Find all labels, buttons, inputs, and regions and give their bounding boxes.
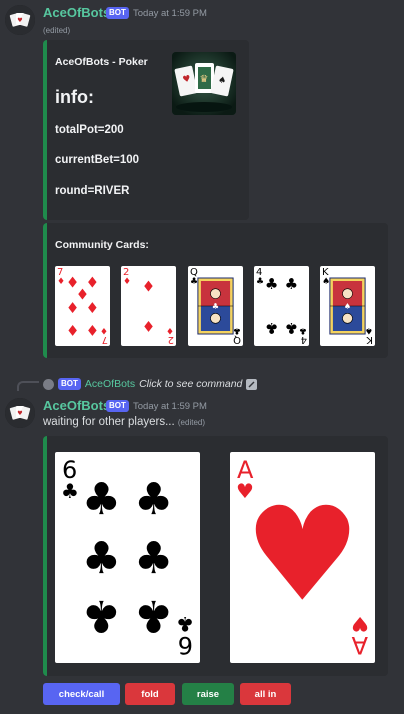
card-suit-icon: ♣ <box>233 325 241 335</box>
message-text: waiting for other players... (edited) <box>43 416 205 428</box>
playing-card-A-hearts: A ♥ A ♥ ♥ <box>230 452 375 663</box>
card-suit-icon: ♣ <box>61 479 79 503</box>
card-suit-icon: ♠ <box>365 325 373 335</box>
embed-title: AceOfBots - Poker <box>55 56 148 68</box>
pip-suit-icon: ♣ <box>134 590 173 641</box>
playing-card-2-diamonds: 2 ♦ 2 ♦ ♦ ♦ <box>121 266 176 346</box>
card-suit-icon: ♣ <box>256 277 264 287</box>
pip-suit-icon: ♣ <box>82 474 121 525</box>
pip-suit-icon: ♦ <box>86 299 99 317</box>
author-name-2[interactable]: AceOfBots <box>43 398 110 413</box>
total-pot-field: totalPot=200 <box>55 124 124 136</box>
pip-suit-icon: ♦ <box>66 299 79 317</box>
playing-card-4-clubs: 4 ♣ 4 ♣ ♣ ♣ ♣ ♣ <box>254 266 309 346</box>
pip-suit-icon: ♣ <box>285 319 298 337</box>
current-bet-field: currentBet=100 <box>55 154 140 166</box>
round-field: round=RIVER <box>55 185 130 197</box>
author-name[interactable]: AceOfBots <box>43 5 110 20</box>
poker-cards-thumbnail[interactable]: ♥ ♛ ♠ <box>172 52 236 115</box>
pip-suit-icon: ♣ <box>134 474 173 525</box>
card-suit-icon: ♣ <box>190 277 198 287</box>
svg-text:♥: ♥ <box>17 410 22 417</box>
edited-label-2: (edited) <box>177 418 205 427</box>
reply-connector <box>17 381 39 391</box>
center-suit-icon: ♥ <box>244 479 361 631</box>
pip-suit-icon: ♣ <box>134 533 173 584</box>
reply-command-text[interactable]: Click to see command <box>139 378 242 390</box>
card-suit-icon: ♣ <box>299 325 307 335</box>
playing-card-K-spades: K ♠ K ♠ ♠ <box>320 266 375 346</box>
pip-suit-icon: ♦ <box>66 321 79 339</box>
card-suit-icon: ♠ <box>322 277 330 287</box>
pip-suit-icon: ♦ <box>86 321 99 339</box>
bot-avatar[interactable]: ♥ <box>5 5 35 35</box>
pip-suit-icon: ♣ <box>265 275 278 293</box>
message-timestamp-2: Today at 1:59 PM <box>133 401 207 412</box>
reply-bot-badge: BOT <box>58 378 81 390</box>
pip-suit-icon: ♣ <box>82 590 121 641</box>
reply-avatar <box>43 378 54 390</box>
bot-avatar-2[interactable]: ♥ <box>5 398 35 428</box>
card-suit-icon: ♣ <box>176 612 194 636</box>
fold-button[interactable]: fold <box>125 683 175 705</box>
playing-card-Q-clubs: Q ♣ Q ♣ ♣ <box>188 266 243 346</box>
card-suit-icon: ♦ <box>166 325 174 335</box>
pip-suit-icon: ♦ <box>142 277 155 295</box>
reply-reference[interactable]: BOT AceOfBots Click to see command <box>43 378 258 390</box>
command-icon[interactable] <box>246 378 258 390</box>
card-suit-icon: ♦ <box>57 277 65 287</box>
pip-suit-icon: ♣ <box>82 533 121 584</box>
playing-card-6-clubs: 6 ♣ 6 ♣ ♣ ♣ ♣ ♣ ♣ ♣ <box>55 452 200 663</box>
avatar-cards-icon: ♥ <box>5 5 35 35</box>
edited-label: (edited) <box>43 26 71 35</box>
avatar-cards-icon: ♥ <box>5 398 35 428</box>
poker-thumbnail-icon: ♥ ♛ ♠ <box>172 52 236 115</box>
face-suit-icon: ♠ <box>344 302 351 311</box>
community-cards-title: Community Cards: <box>55 239 149 251</box>
card-suit-icon: ♦ <box>100 325 108 335</box>
pip-suit-icon: ♣ <box>285 275 298 293</box>
svg-text:♛: ♛ <box>200 74 209 85</box>
info-heading: info: <box>55 87 94 107</box>
face-suit-icon: ♣ <box>212 302 219 311</box>
message-timestamp: Today at 1:59 PM <box>133 8 207 19</box>
raise-button[interactable]: raise <box>182 683 234 705</box>
check-call-button[interactable]: check/call <box>43 683 120 705</box>
playing-card-7-diamonds: 7 ♦ 7 ♦ ♦ ♦ ♦ ♦ ♦ ♦ ♦ <box>55 266 110 346</box>
bot-badge-2: BOT <box>106 400 129 412</box>
svg-text:♥: ♥ <box>17 17 22 24</box>
pip-suit-icon: ♦ <box>142 317 155 335</box>
bot-badge: BOT <box>106 7 129 19</box>
all-in-button[interactable]: all in <box>240 683 291 705</box>
card-suit-icon: ♦ <box>123 277 131 287</box>
pip-suit-icon: ♣ <box>265 319 278 337</box>
waiting-text: waiting for other players... <box>43 416 175 428</box>
reply-author[interactable]: AceOfBots <box>85 378 135 390</box>
